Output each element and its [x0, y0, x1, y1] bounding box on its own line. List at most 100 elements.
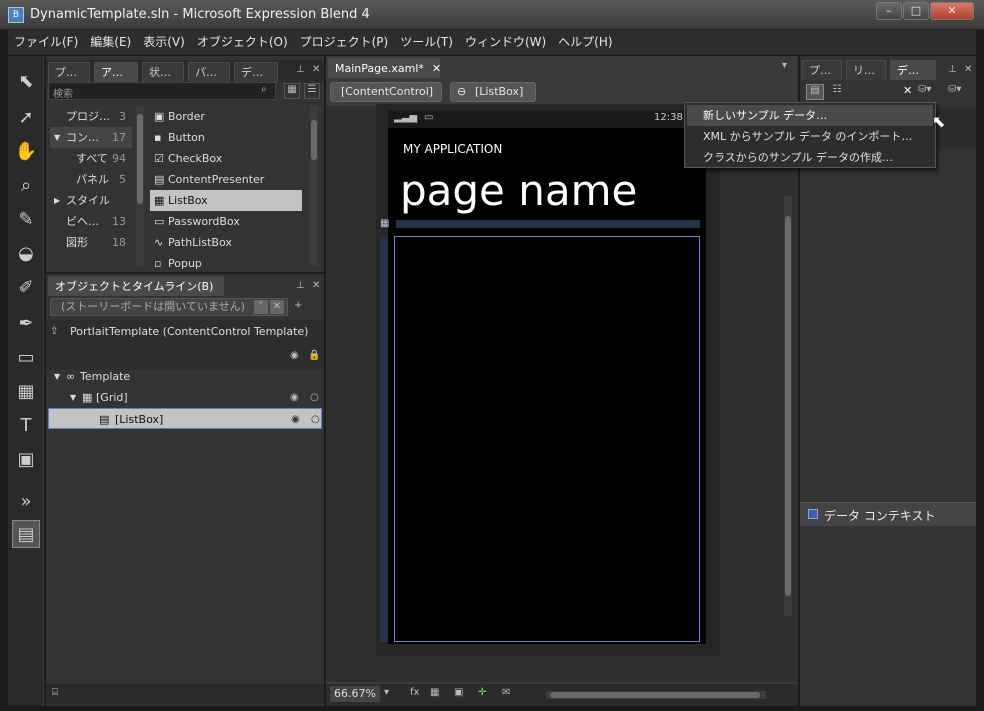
assets-expand-icon[interactable]: »: [12, 488, 40, 516]
menu-tools[interactable]: ツール(T): [394, 30, 459, 54]
pen-tool-icon[interactable]: ✒: [12, 310, 40, 338]
control-item[interactable]: ▪ Button: [150, 127, 302, 148]
control-item[interactable]: ∿ PathListBox: [150, 232, 302, 253]
tree-item-template[interactable]: ▼ ∞ Template: [52, 366, 322, 387]
scroll-thumb[interactable]: [550, 692, 760, 698]
eye-icon[interactable]: ◉: [290, 350, 299, 361]
category-item[interactable]: プロジ… 3: [50, 106, 132, 127]
scroll-thumb[interactable]: [311, 120, 317, 160]
control-tool-icon[interactable]: ▣: [12, 446, 40, 474]
data-context-header[interactable]: データ コンテキスト: [800, 502, 976, 526]
listbox-control[interactable]: [394, 236, 700, 642]
tab-resources[interactable]: リ…: [846, 60, 886, 80]
menu-window[interactable]: ウィンドウ(W): [459, 30, 552, 54]
category-item[interactable]: パネル 5: [50, 169, 132, 190]
menu-item-new-sample-data[interactable]: 新しいサンプル データ…: [687, 105, 933, 126]
lock-dot-icon[interactable]: ○: [310, 387, 319, 408]
annotations-icon[interactable]: ✉: [502, 687, 510, 698]
tab-assets[interactable]: ア…: [94, 62, 138, 82]
grid-view-icon[interactable]: ▦: [284, 83, 300, 99]
add-storyboard-icon[interactable]: +: [294, 300, 302, 311]
document-tab[interactable]: MainPage.xaml* ✕: [328, 58, 441, 78]
tab-data[interactable]: デ… ✕: [890, 60, 936, 97]
close-panel-icon[interactable]: ✕: [312, 64, 320, 75]
grid-toggle-icon[interactable]: ▦: [430, 687, 439, 698]
close-panel-icon[interactable]: ✕: [312, 280, 320, 291]
close-tab-icon[interactable]: ✕: [903, 84, 912, 97]
close-button[interactable]: ✕: [930, 2, 974, 20]
tab-properties[interactable]: プ…: [802, 60, 842, 80]
pin-icon[interactable]: ⊥: [296, 280, 305, 291]
maximize-button[interactable]: □: [903, 2, 929, 20]
rectangle-tool-icon[interactable]: ▭: [12, 344, 40, 372]
category-item[interactable]: ▼ コン… 17: [50, 127, 132, 148]
selection-tool-icon[interactable]: ⬉: [12, 68, 40, 96]
chevron-down-icon[interactable]: ˅: [254, 300, 268, 314]
control-item[interactable]: ▭ PasswordBox: [150, 211, 302, 232]
tree-item-grid[interactable]: ▼ ▦ [Grid] ◉ ○: [52, 387, 322, 408]
paint-bucket-tool-icon[interactable]: ◒: [12, 240, 40, 268]
grid-tool-icon[interactable]: ▦: [12, 378, 40, 406]
list-view-icon[interactable]: ☰: [304, 83, 320, 99]
menu-file[interactable]: ファイル(F): [8, 30, 84, 54]
storyboard-picker[interactable]: (ストーリーボードは開いていません): [50, 298, 288, 316]
close-storyboard-icon[interactable]: ✕: [270, 300, 284, 314]
category-item[interactable]: ▶ スタイル: [50, 190, 132, 211]
menu-object[interactable]: オブジェクト(O): [191, 30, 294, 54]
menu-help[interactable]: ヘルプ(H): [552, 30, 618, 54]
canvas-hscroll[interactable]: [546, 691, 766, 699]
minimize-button[interactable]: –: [876, 2, 902, 20]
control-item[interactable]: ▦ ListBox: [150, 190, 302, 211]
control-item[interactable]: ▫ Popup: [150, 253, 302, 274]
details-mode-icon[interactable]: ☷: [828, 84, 846, 100]
objects-tab[interactable]: オブジェクトとタイムライン(B): [48, 276, 224, 296]
eye-icon[interactable]: ◉: [290, 387, 299, 408]
scroll-thumb[interactable]: [137, 114, 143, 204]
control-scrollbar[interactable]: [310, 106, 318, 266]
snap-lines-icon[interactable]: ✛: [478, 687, 486, 698]
scope-up-icon[interactable]: ⇪: [50, 326, 58, 337]
menu-item-import-xml[interactable]: XML からサンプル データ のインポート…: [687, 126, 933, 147]
zoom-dropdown-icon[interactable]: ▾: [384, 687, 389, 698]
zoom-tool-icon[interactable]: ⌕: [12, 172, 40, 200]
control-item[interactable]: ▤ ContentPresenter: [150, 169, 302, 190]
lock-dot-icon[interactable]: ○: [311, 409, 320, 430]
tab-parts[interactable]: パ…: [188, 62, 230, 82]
lock-icon[interactable]: 🔒: [308, 350, 320, 361]
tab-states[interactable]: 状…: [142, 62, 184, 82]
ruler-icon[interactable]: ⌸: [52, 687, 58, 698]
control-item[interactable]: ☑ CheckBox: [150, 148, 302, 169]
eye-icon[interactable]: ◉: [291, 409, 300, 430]
text-tool-icon[interactable]: T: [12, 412, 40, 440]
list-mode-icon[interactable]: ▤: [806, 84, 824, 100]
snap-grid-icon[interactable]: ▣: [454, 687, 463, 698]
category-item[interactable]: すべて 94: [50, 148, 132, 169]
add-live-data-icon[interactable]: ⛁▾: [948, 84, 961, 95]
direct-selection-tool-icon[interactable]: ➚: [12, 104, 40, 132]
control-item[interactable]: ▣ Border: [150, 106, 302, 127]
zoom-field[interactable]: 66.67%: [330, 686, 380, 702]
pin-icon[interactable]: ⊥: [296, 64, 305, 75]
breadcrumb-contentcontrol[interactable]: [ContentControl]: [330, 82, 442, 102]
category-item[interactable]: 図形 18: [50, 232, 132, 253]
menu-project[interactable]: プロジェクト(P): [294, 30, 395, 54]
pan-tool-icon[interactable]: ✋: [12, 138, 40, 166]
scroll-thumb[interactable]: [785, 216, 791, 596]
breadcrumb-listbox[interactable]: ⊖ [ListBox]: [450, 82, 536, 102]
eyedropper-tool-icon[interactable]: ✎: [12, 206, 40, 234]
asset-tool-icon[interactable]: ▤: [12, 520, 40, 548]
category-scrollbar[interactable]: [136, 106, 144, 266]
close-tab-icon[interactable]: ✕: [432, 62, 441, 75]
grid-adorner-icon[interactable]: ▦: [380, 218, 389, 229]
canvas-vscroll[interactable]: [784, 196, 792, 616]
menu-item-from-class[interactable]: クラスからのサンプル データの作成…: [687, 147, 933, 168]
close-panel-icon[interactable]: ✕: [964, 64, 972, 75]
asset-search-input[interactable]: 検索 ⌕: [48, 82, 276, 100]
tab-data[interactable]: デ…: [234, 62, 278, 82]
brush-tool-icon[interactable]: ✐: [12, 274, 40, 302]
tab-projects[interactable]: プ…: [48, 62, 90, 82]
add-data-source-icon[interactable]: ⛁▾: [918, 84, 931, 95]
category-item[interactable]: ビヘ… 13: [50, 211, 132, 232]
tree-item-listbox[interactable]: ▤ [ListBox] ◉ ○: [48, 408, 322, 429]
effects-icon[interactable]: fx: [410, 687, 419, 698]
